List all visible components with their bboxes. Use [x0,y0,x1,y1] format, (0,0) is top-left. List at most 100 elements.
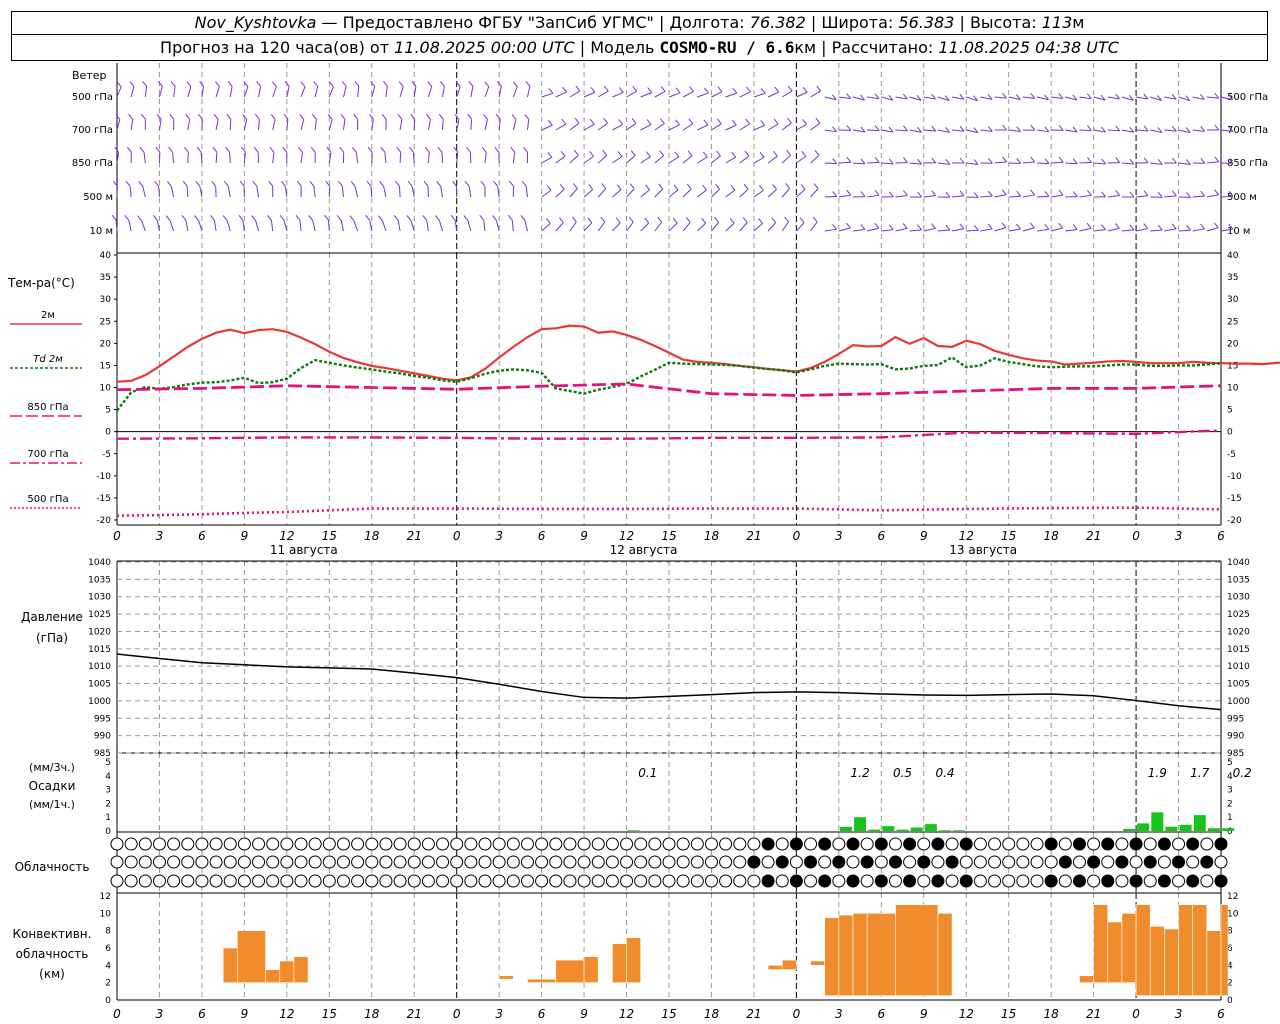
wind-barb-feather [1200,223,1205,230]
wind-barb-feather [480,180,486,187]
cloud-cover-symbol [152,837,166,851]
cloud-cover-symbol [704,874,718,888]
cloud-cover-symbol [804,855,818,869]
wind-barb [796,155,807,164]
cloud-cover-symbol [874,874,888,888]
wind-barb [1164,129,1177,132]
wind-barb-feather [267,214,272,221]
hour-tick-label: 6 [198,529,206,543]
cloud-cover-symbol [846,837,860,851]
conv-cloud-bar [626,937,641,983]
wind-barb-feather [382,80,388,87]
precip-bar [1137,823,1150,831]
cloud-cover-symbol [506,837,520,851]
precip-bar [1123,828,1135,831]
precip-bar [1222,828,1235,831]
wind-barb [385,86,388,98]
wind-barb-feather [689,86,694,92]
cloud-cover-symbol [1087,874,1101,888]
cloud-cover-symbol [237,837,251,851]
cloud-title: Облачность [15,860,90,874]
precip-bar [839,826,852,831]
wind-barb-feather [771,217,777,223]
wind-barb-feather [1101,224,1106,230]
pressure-unit: (гПа) [36,631,68,645]
wind-barb [682,91,694,98]
wind-barb-feather [874,222,880,229]
wind-level-label-right: 700 гПа [1227,125,1268,136]
precip-3h-label: 0.4 [935,766,954,780]
cloud-cover-symbol [464,874,478,888]
wind-barb [796,123,807,131]
wind-barb [725,189,736,198]
wind-barb [1036,195,1050,198]
wind-barb [923,228,936,232]
conv-ytick-right: 10 [1227,909,1239,919]
wind-barb [583,123,595,131]
wind-barb [781,221,790,232]
wind-barb [141,220,146,232]
wind-barb [626,155,636,164]
pressure-ytick: 1010 [88,662,111,672]
cloud-cover-symbol [903,855,917,869]
wind-barb-feather [340,113,346,120]
cloud-cover-symbol [903,874,917,888]
cloud-cover-symbol [648,874,662,888]
cloud-cover-symbol [450,855,464,869]
wind-barb [640,222,650,232]
wind-barb-feather [589,151,594,157]
wind-barb-feather [165,215,171,221]
cloud-cover-symbol [1087,855,1101,869]
wind-barb-feather [744,150,750,157]
wind-barb [398,186,401,198]
cloud-cover-symbol [280,837,294,851]
wind-barb [355,152,359,164]
wind-barb-feather [632,85,638,92]
cloud-cover-symbol [308,837,322,851]
wind-barb [1121,162,1134,165]
wind-barb [226,220,231,232]
wind-barb [555,188,565,198]
hour-tick-label-bottom: 9 [580,1007,588,1021]
wind-barb-feather [1143,190,1149,196]
cloud-cover-symbol [181,874,195,888]
precip-ytick: 2 [105,799,111,809]
cloud-cover-symbol [959,874,973,888]
wind-barb-feather [1101,191,1107,198]
wind-barb [1136,195,1149,198]
cloud-cover-symbol [620,855,634,869]
pressure-ytick-right: 1000 [1227,697,1250,707]
wind-barb-feather [1115,157,1121,163]
wind-barb-feather [688,118,694,124]
wind-barb [753,223,763,232]
wind-barb [682,123,694,131]
hour-tick-label: 0 [793,529,801,543]
cloud-cover-symbol [789,837,803,851]
cloud-cover-symbol [535,855,549,869]
wind-barb [697,156,708,164]
wind-barb-feather [1016,223,1021,230]
temp-ytick: 0 [105,428,111,438]
cloud-cover-symbol [1186,874,1200,888]
wind-barb-feather [902,223,908,229]
wind-barb-feather [814,150,820,156]
wind-barb [524,220,528,232]
wind-barb-feather [1171,223,1177,230]
wind-barb-feather [252,180,258,187]
wind-barb [272,86,277,98]
cloud-cover-symbol [747,874,761,888]
wind-barb-feather [1115,190,1121,196]
wind-barb-feather [511,114,517,120]
cloud-cover-symbol [336,874,350,888]
cloud-cover-symbol [252,874,266,888]
cloud-cover-symbol [1172,874,1186,888]
wind-barb [753,92,766,98]
wind-barb-feather [630,150,636,156]
wind-barb-feather [574,117,580,124]
wind-barb-feather [379,181,385,187]
wind-barb-feather [1002,124,1007,131]
wind-barb [597,221,606,232]
wind-barb [697,92,709,98]
cloud-cover-symbol [846,855,860,869]
wind-barb [300,119,305,131]
